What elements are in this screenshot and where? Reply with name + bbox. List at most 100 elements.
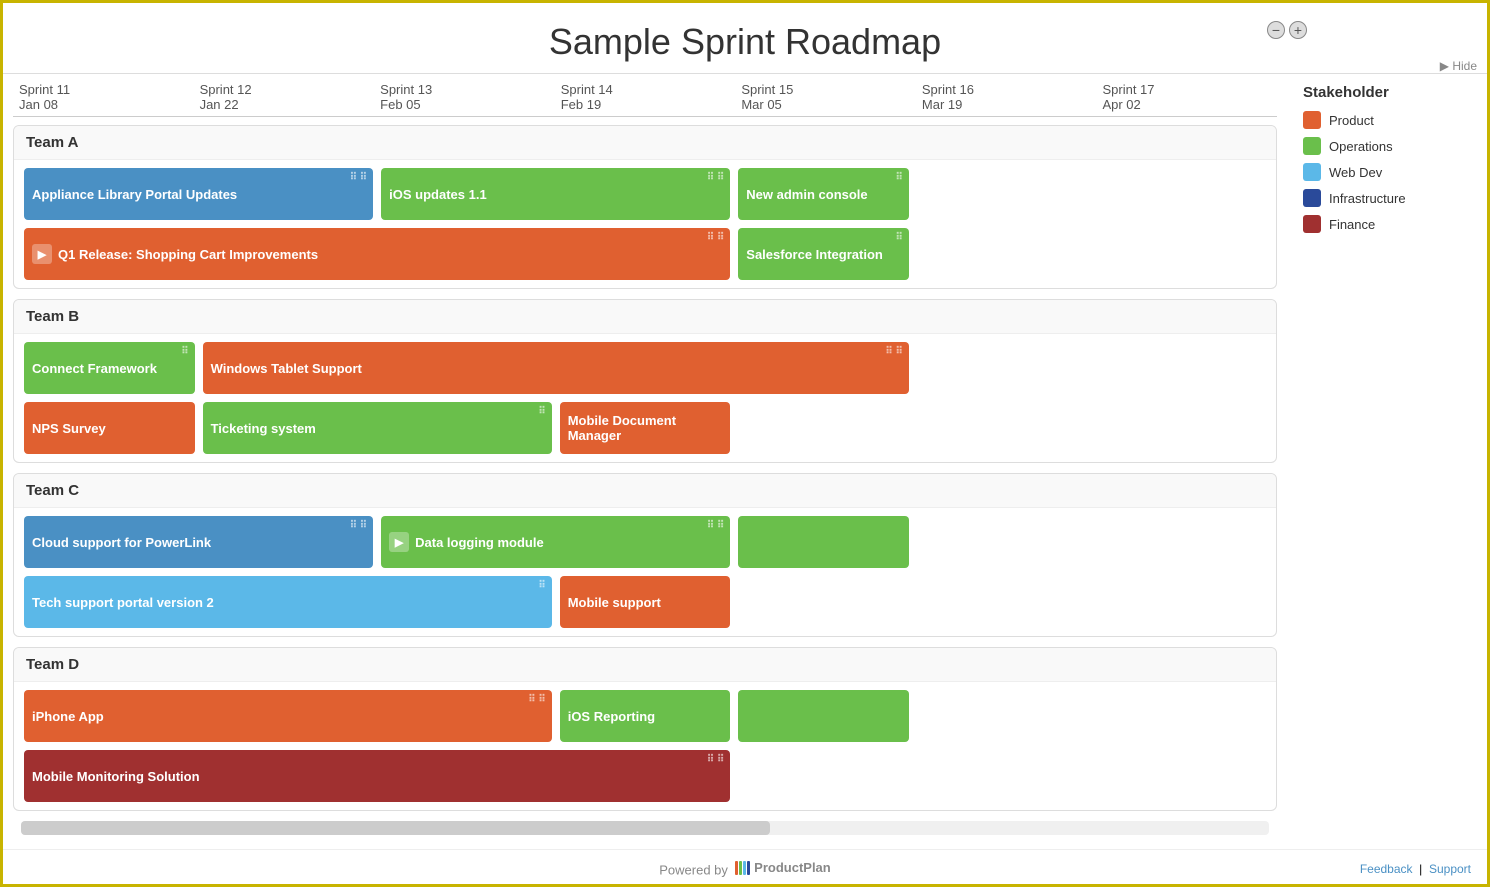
stakeholder-finance-label: Finance [1329,217,1375,232]
logo-stripe-1 [735,861,738,875]
webdev-color-box [1303,163,1321,181]
main-content: Sprint 11 Jan 08 Sprint 12 Jan 22 Sprint… [3,74,1487,849]
stakeholder-webdev-label: Web Dev [1329,165,1382,180]
team-d-group: Team D iPhone App ⠿ ⠿ iOS Reporting [13,647,1277,811]
bar-label: Q1 Release: Shopping Cart Improvements [58,247,318,262]
team-a-rows: Appliance Library Portal Updates ⠿ ⠿ iOS… [14,160,1276,288]
feedback-link[interactable]: Feedback [1360,862,1413,876]
drag-handle: ⠿ ⠿ [707,520,724,531]
stakeholder-infra-label: Infrastructure [1329,191,1406,206]
sprint-col-7: Sprint 17 Apr 02 [1096,82,1277,112]
stakeholder-title: Stakeholder [1303,84,1471,101]
team-d-rows: iPhone App ⠿ ⠿ iOS Reporting [14,682,1276,810]
bar-mobile-monitoring[interactable]: Mobile Monitoring Solution ⠿ ⠿ [24,750,730,802]
sprint-header: Sprint 11 Jan 08 Sprint 12 Jan 22 Sprint… [13,74,1277,117]
bar-ios-reporting[interactable]: iOS Reporting [560,690,731,742]
sprint-3-name: Sprint 13 [380,82,555,97]
stakeholder-product-label: Product [1329,113,1374,128]
drag-handle: ⠿ [896,172,903,183]
zoom-controls: − + [1267,21,1307,39]
logo-stripe-3 [743,861,746,875]
footer: Powered by ProductPlan [3,849,1487,884]
bar-connect-framework[interactable]: Connect Framework ⠿ [24,342,195,394]
drag-handle: ⠿ [538,406,545,417]
bar-mobile-doc-manager[interactable]: Mobile Document Manager [560,402,731,454]
support-link[interactable]: Support [1429,862,1471,876]
cell: iOS updates 1.1 ⠿ ⠿ [379,168,732,220]
footer-brand: ProductPlan [754,860,831,875]
bar-cloud-support[interactable]: Cloud support for PowerLink ⠿ ⠿ [24,516,373,568]
expand-icon[interactable]: ▶ [389,532,409,552]
bar-label: Appliance Library Portal Updates [32,187,237,202]
drag-handle: ⠿ ⠿ [885,346,902,357]
bar-data-logging[interactable]: ▶ Data logging module ⠿ ⠿ [381,516,730,568]
infra-color-box [1303,189,1321,207]
expand-icon[interactable]: ▶ [32,244,52,264]
sprint-6-name: Sprint 16 [922,82,1097,97]
scrollbar-thumb[interactable] [21,821,770,835]
bar-label: Ticketing system [211,421,316,436]
bar-green-empty-2[interactable] [738,690,909,742]
sprint-5-name: Sprint 15 [741,82,916,97]
logo-stripe-4 [747,861,750,875]
bar-mobile-support[interactable]: Mobile support [560,576,731,628]
cell: Connect Framework ⠿ [22,342,197,394]
sprint-col-6: Sprint 16 Mar 19 [916,82,1097,112]
cell: ▶ Q1 Release: Shopping Cart Improvements… [22,228,732,280]
bar-q1-release[interactable]: ▶ Q1 Release: Shopping Cart Improvements… [24,228,730,280]
team-a-group: Team A Appliance Library Portal Updates … [13,125,1277,289]
cell: Cloud support for PowerLink ⠿ ⠿ [22,516,375,568]
bar-ticketing-system[interactable]: Ticketing system ⠿ [203,402,552,454]
productplan-logo: ProductPlan [735,860,831,875]
cell: New admin console ⠿ [736,168,911,220]
bar-label: Mobile Monitoring Solution [32,769,200,784]
drag-handle: ⠿ ⠿ [350,520,367,531]
bar-ios-updates[interactable]: iOS updates 1.1 ⠿ ⠿ [381,168,730,220]
bar-label: NPS Survey [32,421,106,436]
bar-iphone-app[interactable]: iPhone App ⠿ ⠿ [24,690,552,742]
horizontal-scrollbar[interactable] [21,821,1269,835]
bar-new-admin-console[interactable]: New admin console ⠿ [738,168,909,220]
stakeholder-operations-label: Operations [1329,139,1393,154]
bar-windows-tablet[interactable]: Windows Tablet Support ⠿ ⠿ [203,342,909,394]
sprint-3-date: Feb 05 [380,97,555,112]
bar-tech-support-portal[interactable]: Tech support portal version 2 ⠿ [24,576,552,628]
zoom-in-button[interactable]: + [1289,21,1307,39]
logo-stripe-2 [739,861,742,875]
footer-powered-by: Powered by [659,863,728,878]
stakeholder-infrastructure: Infrastructure [1303,189,1471,207]
cell: Tech support portal version 2 ⠿ [22,576,554,628]
bar-green-empty-1[interactable] [738,516,909,568]
sprint-6-date: Mar 19 [922,97,1097,112]
bar-nps-survey[interactable]: NPS Survey [24,402,195,454]
logo-stripes-icon [735,861,750,875]
drag-handle: ⠿ [181,346,188,357]
stakeholder-finance: Finance [1303,215,1471,233]
bar-label: New admin console [746,187,867,202]
team-b-rows: Connect Framework ⠿ Windows Tablet Suppo… [14,334,1276,462]
team-d-row-2: Mobile Monitoring Solution ⠿ ⠿ [22,750,1268,802]
page-title: Sample Sprint Roadmap [3,3,1487,74]
team-c-header: Team C [14,474,1276,508]
bar-salesforce-integration[interactable]: Salesforce Integration ⠿ [738,228,909,280]
sprint-5-date: Mar 05 [741,97,916,112]
hide-button[interactable]: Hide [1440,59,1477,73]
drag-handle: ⠿ [538,580,545,591]
bar-appliance-library[interactable]: Appliance Library Portal Updates ⠿ ⠿ [24,168,373,220]
sprint-2-date: Jan 22 [200,97,375,112]
team-c-row-2: Tech support portal version 2 ⠿ Mobile s… [22,576,1268,628]
zoom-out-button[interactable]: − [1267,21,1285,39]
bar-label: Connect Framework [32,361,157,376]
team-a-row-2: ▶ Q1 Release: Shopping Cart Improvements… [22,228,1268,280]
stakeholder-operations: Operations [1303,137,1471,155]
team-b-row-1: Connect Framework ⠿ Windows Tablet Suppo… [22,342,1268,394]
bar-label: Mobile Document Manager [568,413,723,443]
sprint-1-date: Jan 08 [19,97,194,112]
sprint-col-5: Sprint 15 Mar 05 [735,82,916,112]
main-container: Sample Sprint Roadmap − + Hide Sprint 11… [0,0,1490,887]
drag-handle: ⠿ ⠿ [528,694,545,705]
team-d-header: Team D [14,648,1276,682]
sprint-1-name: Sprint 11 [19,82,194,97]
team-a-row-1: Appliance Library Portal Updates ⠿ ⠿ iOS… [22,168,1268,220]
cell: Appliance Library Portal Updates ⠿ ⠿ [22,168,375,220]
